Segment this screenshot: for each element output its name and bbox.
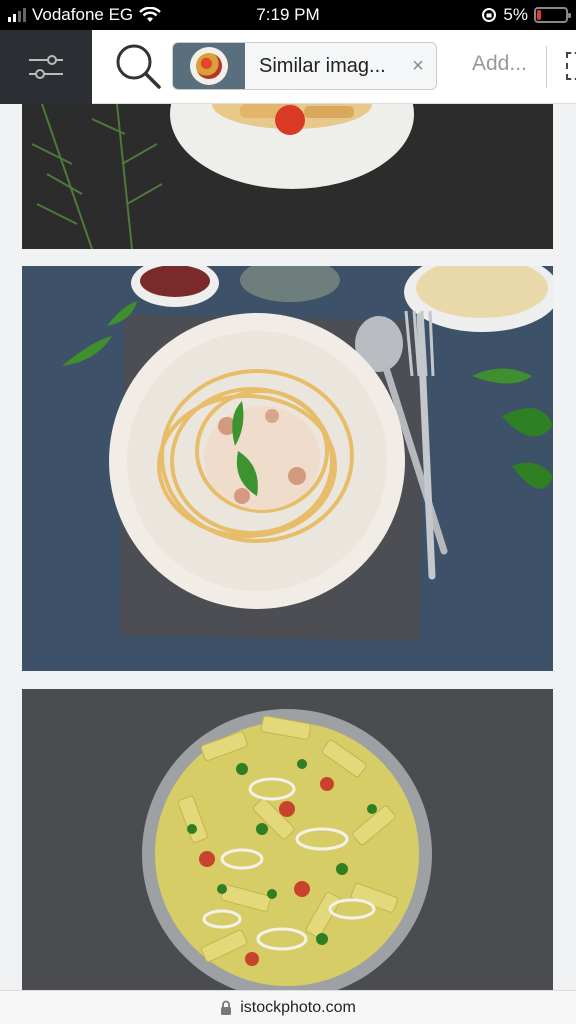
- chip-thumbnail: [173, 43, 245, 89]
- toolbar-divider: [546, 46, 547, 88]
- address-bar[interactable]: istockphoto.com: [0, 990, 576, 1024]
- similar-image-chip[interactable]: Similar imag... ×: [172, 42, 437, 90]
- result-image-3[interactable]: [22, 689, 553, 990]
- result-image-1[interactable]: [22, 104, 553, 249]
- status-bar: Vodafone EG 7:19 PM 5%: [0, 0, 576, 30]
- filter-button[interactable]: [0, 30, 92, 104]
- pasta-plate-image: [22, 104, 553, 249]
- result-image-2[interactable]: [22, 266, 553, 671]
- orientation-lock-icon: [482, 8, 497, 22]
- page-domain: istockphoto.com: [240, 998, 356, 1016]
- add-keyword-input[interactable]: Add...: [472, 52, 527, 76]
- lock-icon: [221, 1000, 232, 1015]
- search-toolbar: Similar imag... × Add...: [0, 30, 576, 104]
- search-icon[interactable]: [112, 40, 164, 92]
- spaghetti-image: [22, 266, 553, 671]
- battery-group: 5%: [481, 5, 571, 25]
- penne-pot-image: [22, 689, 553, 990]
- sliders-icon: [29, 55, 63, 79]
- image-feed: [0, 104, 576, 990]
- battery-percent: 5%: [503, 5, 528, 24]
- chip-label: Similar imag...: [259, 54, 386, 77]
- close-icon[interactable]: ×: [400, 55, 436, 78]
- more-options-icon[interactable]: [566, 52, 576, 80]
- battery-icon: [534, 7, 571, 23]
